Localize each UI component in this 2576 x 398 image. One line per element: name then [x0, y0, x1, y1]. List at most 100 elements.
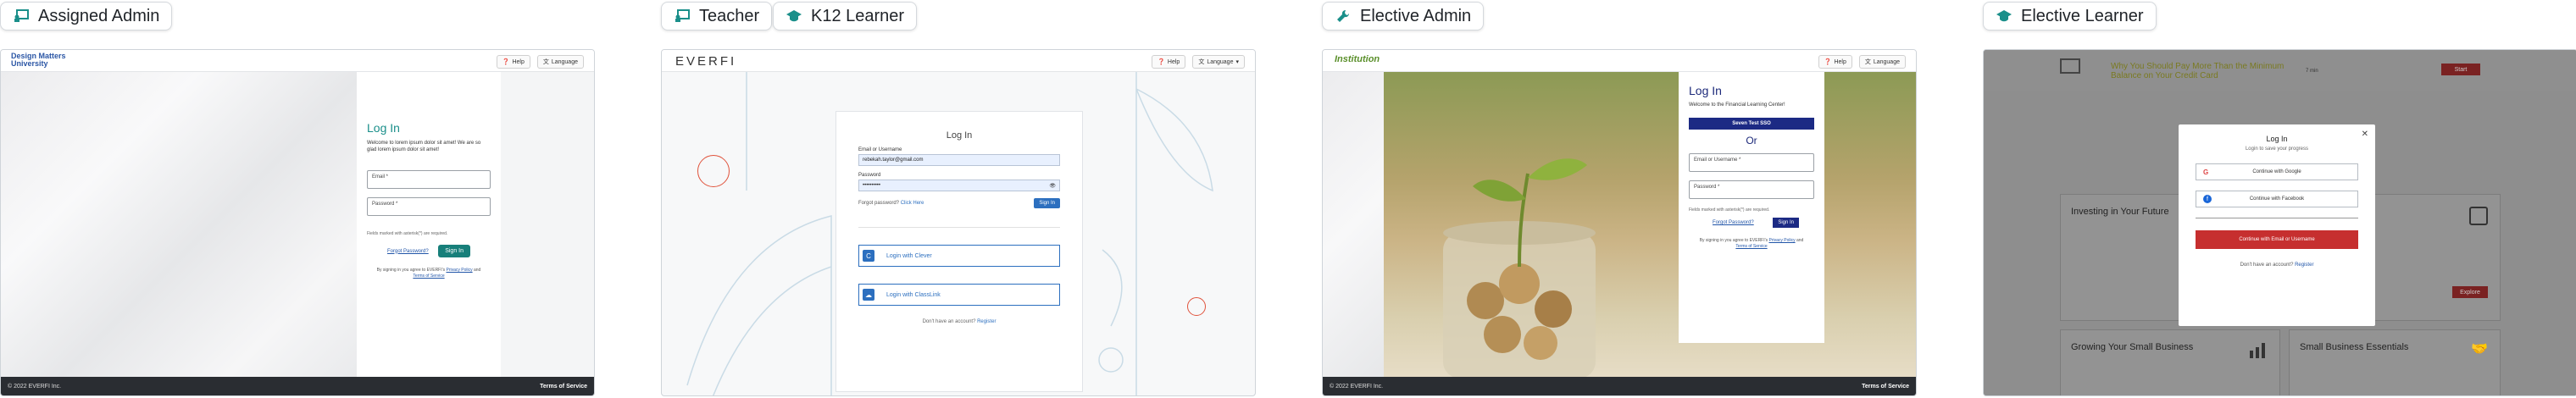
page-title: Log In [1689, 84, 1722, 97]
required-note: Fields marked with asterisk(*) are requi… [1689, 207, 1770, 213]
login-card: Log In Welcome to lorem ipsum dolor sit … [357, 72, 501, 379]
register-link[interactable]: Register [2295, 263, 2313, 268]
login-modal: ✕ Log In Login to save your progress G C… [2179, 124, 2375, 326]
email-input[interactable]: rebekah.taylor@gmail.com [858, 154, 1060, 166]
or-divider: Or [1746, 135, 1757, 146]
password-label: Password [858, 173, 881, 178]
required-note: Fields marked with asterisk(*) are requi… [367, 231, 448, 236]
facebook-login-button[interactable]: f Continue with Facebook [2196, 191, 2358, 207]
privacy-policy-link[interactable]: Privacy Policy [446, 268, 472, 273]
course-tile[interactable]: Growing Your Small Business [2060, 329, 2280, 395]
chevron-down-icon: ▾ [1235, 59, 1239, 65]
handshake-icon: 🤝 [2471, 342, 2488, 357]
calendar-icon [2469, 207, 2488, 225]
label-text: Assigned Admin [38, 6, 160, 25]
register-link[interactable]: Register [977, 319, 996, 324]
privacy-policy-link[interactable]: Privacy Policy [1768, 238, 1795, 243]
label-teacher: Teacher [661, 2, 773, 30]
sign-in-button[interactable]: Sign In [1034, 198, 1060, 208]
language-button[interactable]: 文 Language [1858, 55, 1906, 69]
teacher-screenshot: EVERFI ❓ Help 文 Language ▾ Log In Email or … [661, 49, 1256, 396]
facebook-icon: f [2203, 195, 2212, 203]
google-login-button[interactable]: G Continue with Google [2196, 163, 2358, 180]
help-button[interactable]: ❓ Help [1818, 55, 1852, 69]
password-field[interactable]: Password * [1689, 180, 1814, 199]
help-button[interactable]: ❓ Help [1152, 55, 1186, 69]
chalkboard-teacher-icon [674, 8, 691, 25]
course-tile[interactable]: Small Business Essentials 🤝 [2289, 329, 2501, 395]
coin-jar-photo [1384, 72, 1916, 379]
email-login-button[interactable]: Continue with Email or Username [2196, 230, 2358, 249]
circle-decoration [1187, 297, 1206, 316]
lesson-banner: Why You Should Pay More Than the Minimum… [1984, 50, 2576, 91]
language-button[interactable]: 文 Language ▾ [1192, 55, 1245, 69]
start-button[interactable]: Start [2441, 64, 2480, 75]
everfi-logo[interactable]: EVERFI [675, 54, 736, 69]
language-icon: 文 [542, 59, 549, 65]
help-button[interactable]: ❓ Help [496, 55, 530, 69]
password-input[interactable]: •••••••••• 👁 [858, 180, 1060, 191]
page-title: Log In [367, 121, 400, 135]
terms-link[interactable]: Terms of Service [413, 274, 444, 279]
question-icon: ❓ [1824, 59, 1832, 65]
clever-login-button[interactable]: C Login with Clever [858, 245, 1060, 267]
bar-chart-icon [2249, 340, 2268, 359]
university-logo[interactable]: Design Matters University [11, 53, 70, 68]
forgot-password-link[interactable]: Forgot Password? [1713, 220, 1754, 225]
label-elective-learner: Elective Learner [1983, 2, 2157, 30]
label-text: Elective Learner [2021, 6, 2144, 25]
eye-icon[interactable]: 👁 [1049, 183, 1056, 189]
graduation-cap-icon [786, 8, 802, 25]
clever-icon: C [863, 250, 874, 262]
forgot-password: Forgot password? Click Here [858, 201, 924, 206]
login-card: Log In Email or Username rebekah.taylor@… [836, 111, 1083, 392]
background-pattern [1, 72, 357, 379]
chalkboard-teacher-icon [13, 8, 30, 25]
assigned-admin-screenshot: Design Matters University ❓ Help 文 Languag… [0, 49, 595, 396]
footer: © 2022 EVERFI Inc. Terms of Service [1, 377, 594, 395]
circle-decoration [697, 155, 730, 187]
terms-link[interactable]: Terms of Service [1735, 244, 1767, 249]
close-icon[interactable]: ✕ [2362, 130, 2368, 139]
label-k12-learner: K12 Learner [773, 2, 918, 30]
email-field[interactable]: Email or Username * [1689, 153, 1814, 172]
question-icon: ❓ [502, 59, 510, 65]
graduation-cap-icon [1996, 8, 2012, 25]
label-text: K12 Learner [811, 6, 905, 25]
divider [858, 227, 1060, 228]
click-here-link[interactable]: Click Here [901, 201, 924, 206]
modal-title: Log In [2266, 135, 2288, 143]
label-text: Teacher [699, 6, 760, 25]
label-elective-admin: Elective Admin [1322, 2, 1485, 30]
footer: © 2022 EVERFI Inc. Terms of Service [1323, 377, 1916, 395]
login-card: Log In Welcome to the Financial Learning… [1679, 72, 1824, 343]
explore-button[interactable]: Explore [2452, 286, 2488, 298]
header: Design Matters University ❓ Help 文 Languag… [1, 50, 594, 72]
tile-title: Investing in Your Future [2071, 207, 2169, 217]
institution-logo[interactable]: Institution [1335, 54, 1380, 64]
card-icon [2060, 58, 2080, 74]
sign-in-button[interactable]: Sign In [1773, 218, 1799, 228]
forgot-password-link[interactable]: Forgot Password? [387, 249, 429, 254]
register-prompt: Don't have an account? Register [922, 319, 997, 324]
language-button[interactable]: 文 Language [536, 55, 584, 69]
welcome-text: Welcome to lorem ipsum dolor sit amet! W… [367, 141, 481, 152]
label-text: Elective Admin [1360, 6, 1472, 25]
sign-in-button[interactable]: Sign In [438, 245, 470, 257]
lesson-duration: 7 min [2306, 69, 2318, 74]
welcome-text: Welcome to the Financial Learning Center… [1689, 102, 1785, 108]
elective-admin-screenshot: Institution ❓ Help 文 Language Log In Welco… [1322, 49, 1917, 396]
terms-footer-link[interactable]: Terms of Service [1862, 384, 1909, 390]
email-field[interactable]: Email * [367, 170, 491, 189]
password-field[interactable]: Password * [367, 197, 491, 216]
terms-footer-link[interactable]: Terms of Service [540, 384, 587, 390]
language-icon: 文 [1864, 59, 1871, 65]
language-icon: 文 [1198, 59, 1205, 65]
sso-button[interactable]: Seven Test SSO [1689, 118, 1814, 130]
classlink-login-button[interactable]: ☁ Login with ClassLink [858, 284, 1060, 306]
email-label: Email or Username [858, 147, 902, 152]
lesson-title: Why You Should Pay More Than the Minimum… [2111, 62, 2285, 80]
classlink-icon: ☁ [863, 289, 874, 301]
label-assigned-admin: Assigned Admin [0, 2, 173, 30]
modal-subtitle: Login to save your progress [2245, 146, 2309, 152]
